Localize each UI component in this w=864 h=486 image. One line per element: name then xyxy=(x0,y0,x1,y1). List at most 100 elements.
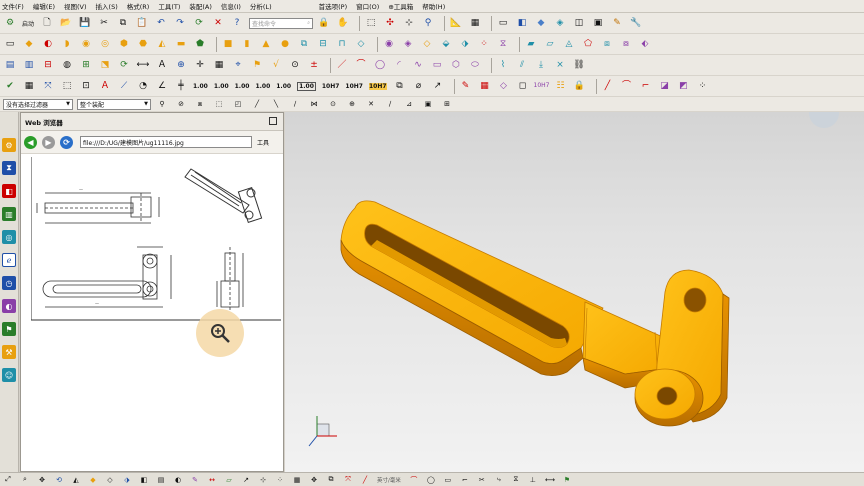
dim-precision-5[interactable]: 1.00 xyxy=(276,83,291,90)
trim-sheet-icon[interactable]: ⬖ xyxy=(638,37,652,51)
menu-view[interactable]: 视图(V) xyxy=(64,1,87,11)
trim-status-icon[interactable]: ✂ xyxy=(477,475,487,485)
pen-icon[interactable]: ✎ xyxy=(459,79,473,93)
start-icon[interactable]: ⚙ xyxy=(3,16,17,30)
fillet-icon[interactable]: ◜ xyxy=(392,58,406,72)
paste-icon[interactable]: 📋 xyxy=(135,16,149,30)
menu-analysis[interactable]: 分析(L) xyxy=(250,1,272,11)
selection-scope-dropdown[interactable]: 整个装配 ▼ xyxy=(77,98,151,110)
refresh-button[interactable]: ⟳ xyxy=(60,135,73,149)
save-icon[interactable]: 💾 xyxy=(78,16,92,30)
angle-dim-icon[interactable]: ∠ xyxy=(155,79,169,93)
pad-icon[interactable]: ◭ xyxy=(155,37,169,51)
polygon-icon[interactable]: ⬡ xyxy=(449,58,463,72)
snap-quadrant-icon[interactable]: ⊕ xyxy=(345,97,359,111)
shell-icon[interactable]: ◇ xyxy=(420,37,434,51)
label-icon[interactable]: Ａ xyxy=(98,79,112,93)
wireframe-icon[interactable]: ◇ xyxy=(105,475,115,485)
select-icon[interactable]: ⬚ xyxy=(364,16,378,30)
hand-icon[interactable]: ✋ xyxy=(336,16,350,30)
snap-icon[interactable]: ✣ xyxy=(383,16,397,30)
system-materials-icon[interactable]: ◐ xyxy=(2,299,16,313)
intersect-icon[interactable]: ⊓ xyxy=(335,37,349,51)
constraint-navigator-icon[interactable]: ⧗ xyxy=(2,161,16,175)
fit-tolerance-4[interactable]: 10H7 xyxy=(534,79,550,93)
orient-view-icon[interactable]: ⬗ xyxy=(122,475,132,485)
extrude-icon[interactable]: ◆ xyxy=(22,37,36,51)
filter-settings-icon[interactable]: ⚲ xyxy=(155,97,169,111)
copy-object-icon[interactable]: ⧉ xyxy=(326,475,336,485)
surface-icon[interactable]: ▰ xyxy=(524,37,538,51)
intersect-curve-icon[interactable]: ⨯ xyxy=(553,58,567,72)
help-icon[interactable]: ? xyxy=(230,16,244,30)
rectangle-status-icon[interactable]: ▭ xyxy=(443,475,453,485)
drawing-sheet-icon[interactable]: ▤ xyxy=(3,58,17,72)
view-icon[interactable]: ◫ xyxy=(572,16,586,30)
menu-window[interactable]: 窗口(O) xyxy=(356,1,379,11)
type-filter-dropdown[interactable]: 没有选择过滤器 ▼ xyxy=(3,98,73,110)
move-object-icon[interactable]: ✥ xyxy=(309,475,319,485)
dim-precision-2[interactable]: 1.00 xyxy=(214,83,229,90)
snap-point-icon[interactable]: ✕ xyxy=(364,97,378,111)
deselect-icon[interactable]: ⊘ xyxy=(174,97,188,111)
sketch-line-icon[interactable]: ╱ xyxy=(601,79,615,93)
face-icon[interactable]: ◇ xyxy=(497,79,511,93)
note-icon[interactable]: Ａ xyxy=(155,58,169,72)
graphics-viewport[interactable] xyxy=(285,112,864,472)
grid-plane-icon[interactable]: ▦ xyxy=(478,79,492,93)
region-icon[interactable]: ◻ xyxy=(516,79,530,93)
datum-icon[interactable]: ⊡ xyxy=(79,79,93,93)
break-view-icon[interactable]: ⊞ xyxy=(79,58,93,72)
cut-icon[interactable]: ✂ xyxy=(97,16,111,30)
tube-icon[interactable]: ◉ xyxy=(79,37,93,51)
sketch-offset-icon[interactable]: ◩ xyxy=(677,79,691,93)
csys-icon[interactable]: ⊹ xyxy=(258,475,268,485)
tools-menu[interactable]: 工具 xyxy=(257,138,269,147)
edit-icon[interactable]: ✎ xyxy=(610,16,624,30)
lock-dim-icon[interactable]: 🔒 xyxy=(573,79,587,93)
dim-precision-4[interactable]: 1.00 xyxy=(255,83,270,90)
drawing-view-icon[interactable]: ▥ xyxy=(22,58,36,72)
snap-midpoint-icon[interactable]: ╲ xyxy=(269,97,283,111)
ruler-icon[interactable]: 📐 xyxy=(449,16,463,30)
fit-tolerance-1[interactable]: 10H7 xyxy=(322,83,340,90)
zoom-icon[interactable]: ⌕ xyxy=(20,475,30,485)
render-icon[interactable]: ◈ xyxy=(553,16,567,30)
delete-icon[interactable]: ✕ xyxy=(211,16,225,30)
rotate-icon[interactable]: ⟲ xyxy=(54,475,64,485)
new-file-icon[interactable]: 🗋 xyxy=(40,16,54,30)
gdt-icon[interactable]: ⌖ xyxy=(231,58,245,72)
address-input[interactable]: file:///D:/UG/建模图片/ug11116.jpg xyxy=(80,136,252,148)
select-all-icon[interactable]: ⧈ xyxy=(193,97,207,111)
datum-plane-icon[interactable]: ▱ xyxy=(224,475,234,485)
block-icon[interactable]: ■ xyxy=(221,37,235,51)
extension-icon[interactable]: ⬠ xyxy=(581,37,595,51)
assembly-navigator-icon[interactable]: ⚙ xyxy=(2,138,16,152)
swept-surface-icon[interactable]: ◬ xyxy=(562,37,576,51)
point-set-icon[interactable]: ⁘ xyxy=(275,475,285,485)
section-icon[interactable]: ◧ xyxy=(139,475,149,485)
radius-dim-icon[interactable]: ◔ xyxy=(136,79,150,93)
dimension-icon[interactable]: ⟷ xyxy=(136,58,150,72)
rectangle-icon[interactable]: ▭ xyxy=(430,58,444,72)
sketch-icon[interactable]: ▭ xyxy=(3,37,17,51)
copy-icon[interactable]: ⧉ xyxy=(116,16,130,30)
table-icon[interactable]: ▦ xyxy=(212,58,226,72)
sketch-pattern-icon[interactable]: ⁘ xyxy=(696,79,710,93)
menu-file[interactable]: 文件(F) xyxy=(2,1,24,11)
mirror-status-icon[interactable]: ⧖ xyxy=(511,475,521,485)
undo-icon[interactable]: ↶ xyxy=(154,16,168,30)
section-view-icon[interactable]: ⊟ xyxy=(41,58,55,72)
through-curves-icon[interactable]: ▱ xyxy=(543,37,557,51)
menu-preferences[interactable]: 首选项(P) xyxy=(319,1,348,11)
dimension-status-icon[interactable]: ⟷ xyxy=(545,475,555,485)
spline-icon[interactable]: ∿ xyxy=(411,58,425,72)
pattern-icon[interactable]: ⁘ xyxy=(477,37,491,51)
rectangle-select-icon[interactable]: ⬚ xyxy=(212,97,226,111)
hd3d-tools-icon[interactable]: ◎ xyxy=(2,230,16,244)
arrow-style-icon[interactable]: ↗ xyxy=(431,79,445,93)
cube-icon[interactable]: ◆ xyxy=(534,16,548,30)
roles-icon[interactable]: ☺ xyxy=(2,368,16,382)
forward-button[interactable]: ▶ xyxy=(42,135,55,149)
line-icon[interactable]: ／ xyxy=(335,58,349,72)
